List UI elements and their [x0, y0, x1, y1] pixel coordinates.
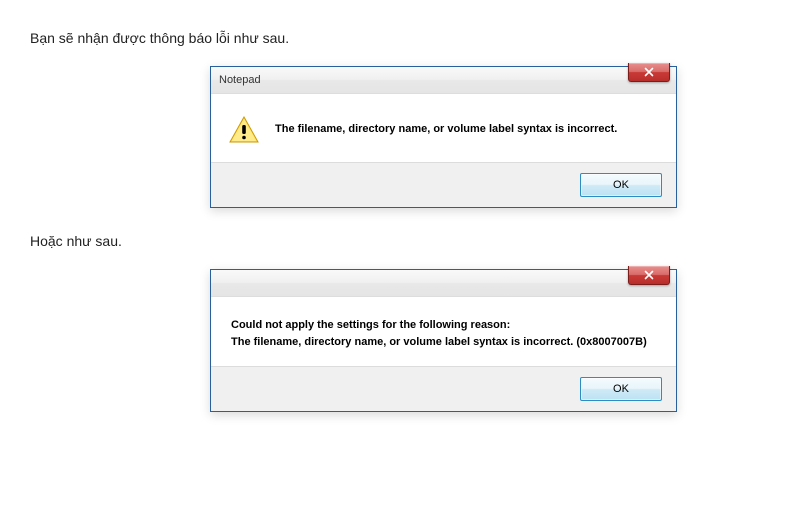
close-icon [644, 270, 654, 280]
titlebar: Notepad [211, 67, 676, 94]
close-icon [644, 67, 654, 77]
intro-text: Bạn sẽ nhận được thông báo lỗi như sau. [30, 30, 770, 46]
close-button[interactable] [628, 63, 670, 82]
error-dialog-1: Notepad The filename, directory name, or… [210, 66, 677, 208]
window-title: Notepad [219, 74, 261, 86]
separator-text: Hoặc như sau. [30, 233, 770, 249]
error-reason-line1: Could not apply the settings for the fol… [231, 317, 656, 334]
dialog-footer: OK [211, 162, 676, 207]
titlebar [211, 270, 676, 297]
error-reason-line2: The filename, directory name, or volume … [231, 334, 656, 351]
ok-button[interactable]: OK [580, 377, 662, 401]
dialog-footer: OK [211, 366, 676, 411]
ok-button[interactable]: OK [580, 173, 662, 197]
error-message: The filename, directory name, or volume … [275, 122, 617, 137]
warning-icon [229, 116, 259, 144]
close-button[interactable] [628, 266, 670, 285]
error-dialog-2: Could not apply the settings for the fol… [210, 269, 677, 412]
